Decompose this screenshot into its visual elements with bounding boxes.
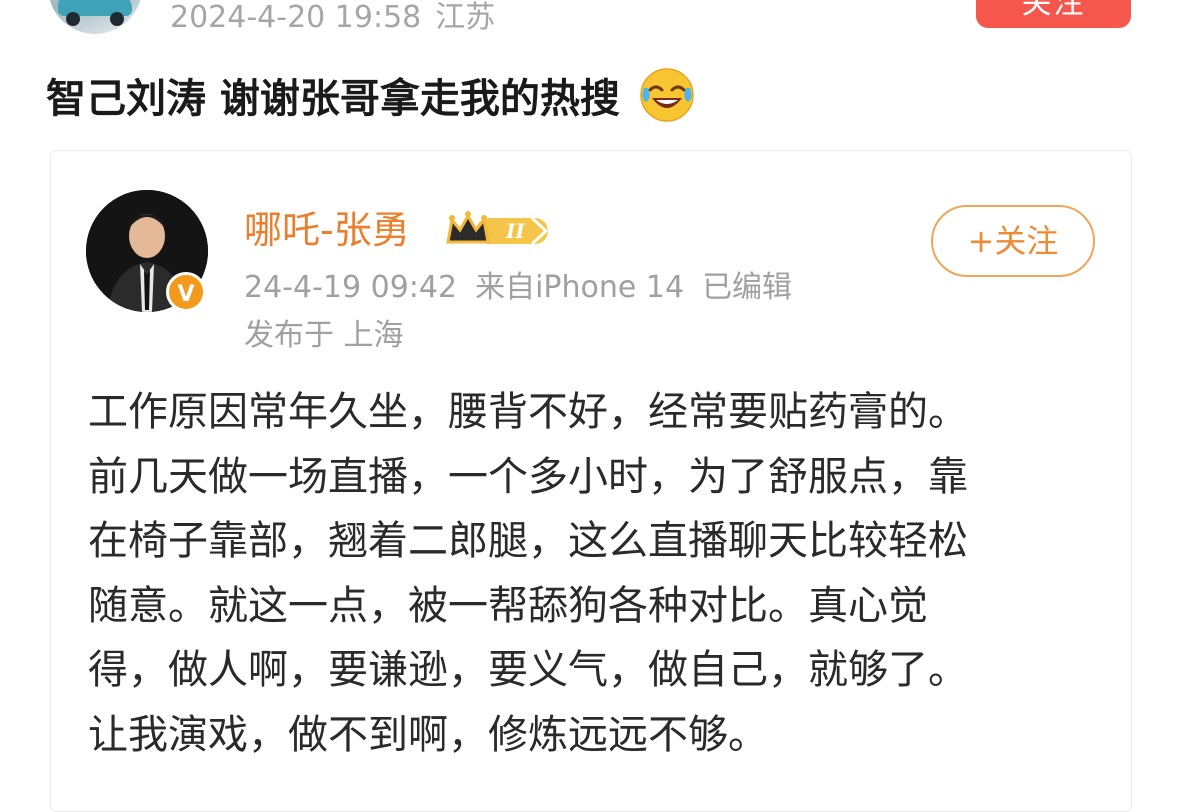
follow-author-button[interactable]: +关注 — [931, 205, 1095, 277]
verified-badge-icon: V — [166, 272, 206, 312]
laughing-crying-emoji-icon — [638, 66, 696, 124]
quoted-meta: 24-4-19 09:42 来自iPhone 14 已编辑 — [244, 266, 810, 310]
quoted-location: 发布于 上海 — [244, 318, 404, 353]
quoted-post-body: 工作原因常年久坐，腰背不好，经常要贴药膏的。 前几天做一场直播，一个多小时，为了… — [88, 380, 1098, 767]
quoted-edited-label: 已编辑 — [702, 270, 793, 305]
crown-level-badge-icon: II — [444, 208, 552, 252]
body-line: 让我演戏，做不到啊，修炼远远不够。 — [88, 711, 768, 758]
level-text: II — [505, 219, 525, 243]
body-line: 前几天做一场直播，一个多小时，为了舒服点，靠 — [88, 453, 968, 500]
quoted-source: 来自iPhone 14 — [475, 270, 685, 305]
body-line: 得，做人啊，要谦逊，要义气，做自己，就够了。 — [88, 647, 968, 693]
car-wheel — [66, 12, 80, 26]
post-meta: 2024-4-20 19:58 江苏 — [170, 0, 495, 38]
quoted-timestamp: 24-4-19 09:42 — [244, 270, 458, 305]
body-line: 在椅子靠部，翘着二郎腿，这么直播聊天比较轻松 — [88, 518, 968, 564]
post-text: 智己刘涛 谢谢张哥拿走我的热搜 — [46, 66, 696, 122]
body-line: 工作原因常年久坐，腰背不好，经常要贴药膏的。 — [88, 389, 968, 435]
post-text-content: 智己刘涛 谢谢张哥拿走我的热搜 — [46, 76, 620, 122]
post-location: 江苏 — [435, 0, 496, 35]
poster-avatar[interactable] — [48, 0, 142, 34]
quoted-author-name[interactable]: 哪吒-张勇 — [244, 204, 410, 256]
follow-button[interactable]: 关注 — [976, 0, 1131, 28]
body-line: 随意。就这一点，被一帮舔狗各种对比。真心觉 — [88, 582, 928, 629]
post-timestamp: 2024-4-20 19:58 — [170, 0, 422, 35]
car-wheel — [110, 12, 124, 26]
